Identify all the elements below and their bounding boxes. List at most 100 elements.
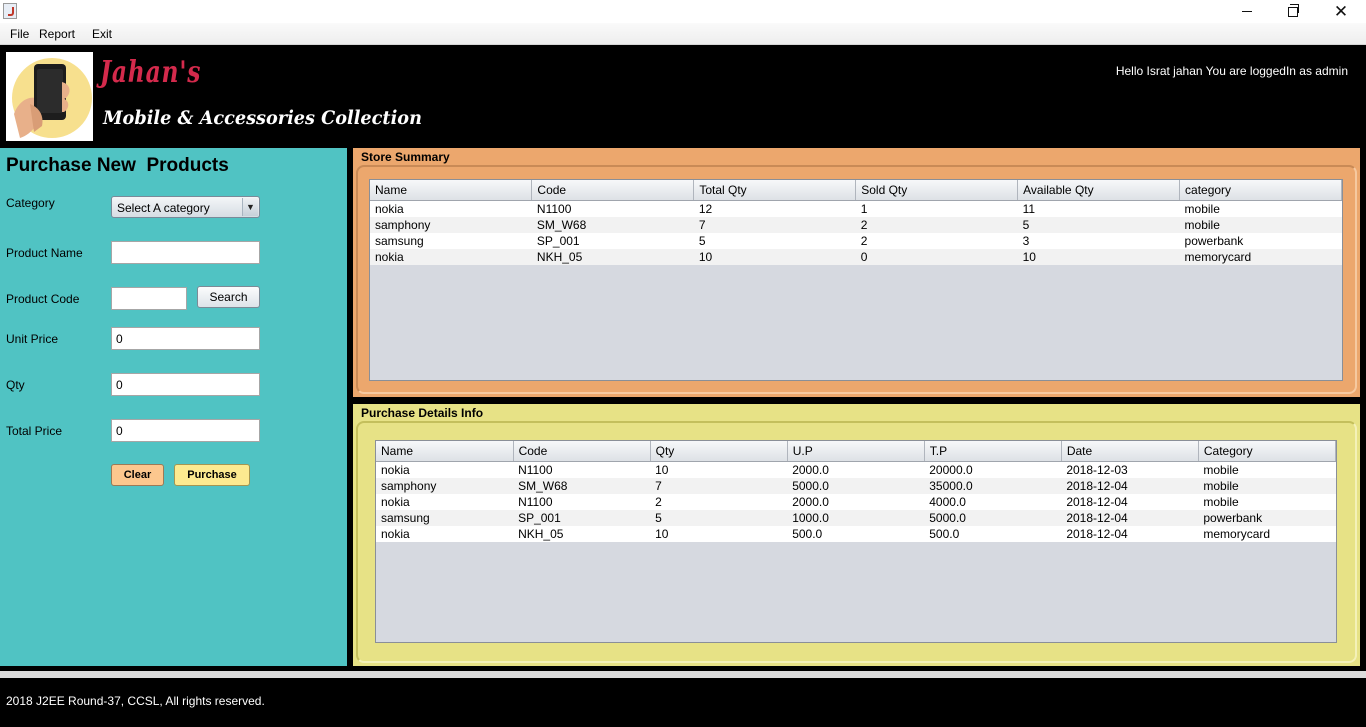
table-row[interactable]: nokia NKH_05 10 0 10 memorycard [370,249,1342,265]
table-cell: nokia [376,526,514,542]
table-cell: 3 [1017,233,1180,249]
table-cell: 2018-12-04 [1061,478,1199,494]
table-cell: 35000.0 [924,478,1062,494]
clear-button[interactable]: Clear [111,464,164,486]
phone-in-hand-logo [6,52,93,141]
product-name-label: Product Name [6,246,83,260]
table-cell: 2 [855,217,1018,233]
table-row[interactable]: nokia N1100 10 2000.0 20000.0 2018-12-03… [376,461,1336,478]
table-row[interactable]: nokia NKH_05 10 500.0 500.0 2018-12-04 m… [376,526,1336,542]
minimize-button[interactable] [1224,0,1270,23]
table-cell: SM_W68 [531,217,694,233]
purchase-details-panel: Purchase Details Info Name Code Qty U.P … [353,404,1360,666]
table-row[interactable]: samsung SP_001 5 2 3 powerbank [370,233,1342,249]
table-header-row: Name Code Total Qty Sold Qty Available Q… [370,180,1342,201]
table-cell: samphony [376,478,514,494]
menu-exit[interactable]: Exit [92,27,112,41]
table-cell: NKH_05 [513,526,651,542]
column-header[interactable]: Total Qty [693,180,857,201]
table-cell: nokia [376,461,514,478]
table-cell: 12 [693,200,856,217]
table-cell: mobile [1198,461,1336,478]
table-cell: N1100 [531,200,694,217]
chevron-down-icon[interactable]: ▼ [242,198,258,216]
column-header[interactable]: Name [376,441,514,462]
app-header: Jahan's Mobile & Accessories Collection … [0,45,1366,148]
table-cell: SM_W68 [513,478,651,494]
table-cell: samsung [370,233,532,249]
column-header[interactable]: Code [513,441,651,462]
store-summary-table-container[interactable]: Name Code Total Qty Sold Qty Available Q… [369,179,1343,381]
table-cell: samsung [376,510,514,526]
column-header[interactable]: Sold Qty [855,180,1019,201]
brand-title: Jahan's [100,55,202,90]
table-row[interactable]: samphony SM_W68 7 2 5 mobile [370,217,1342,233]
table-cell: 11 [1017,200,1180,217]
total-price-label: Total Price [6,424,63,438]
column-header[interactable]: category [1179,180,1342,201]
purchase-button[interactable]: Purchase [174,464,250,486]
close-icon: ✕ [1333,2,1349,21]
product-code-label: Product Code [6,292,80,306]
table-cell: N1100 [513,494,651,510]
unit-price-input[interactable] [111,327,260,350]
table-cell: 4000.0 [924,494,1062,510]
column-header[interactable]: Code [531,180,695,201]
table-cell: 0 [855,249,1018,265]
table-cell: SP_001 [513,510,651,526]
column-header[interactable]: Name [370,180,533,201]
menu-report[interactable]: Report [39,27,75,41]
table-row[interactable]: samsung SP_001 5 1000.0 5000.0 2018-12-0… [376,510,1336,526]
table-cell: NKH_05 [531,249,694,265]
product-name-input[interactable] [111,241,260,264]
menu-bar: File Report Exit [0,23,1366,45]
column-header[interactable]: Date [1061,441,1199,462]
purchase-details-table-container[interactable]: Name Code Qty U.P T.P Date Category noki… [375,440,1337,643]
category-label: Category [6,196,55,210]
column-header[interactable]: T.P [924,441,1062,462]
login-greeting: Hello Israt jahan You are loggedIn as ad… [1115,64,1348,78]
table-cell: 2 [855,233,1018,249]
table-cell: samphony [370,217,532,233]
total-price-input[interactable] [111,419,260,442]
table-cell: 500.0 [924,526,1062,542]
category-select[interactable]: Select A category ▼ [111,196,260,218]
table-cell: nokia [370,200,532,217]
window-title-bar: ✕ [0,0,1366,23]
table-cell: mobile [1198,478,1336,494]
purchase-details-table: Name Code Qty U.P T.P Date Category noki… [376,441,1336,542]
table-row[interactable]: samphony SM_W68 7 5000.0 35000.0 2018-12… [376,478,1336,494]
footer-separator [0,671,1366,678]
column-header[interactable]: U.P [787,441,925,462]
table-cell: nokia [376,494,514,510]
table-cell: 5000.0 [924,510,1062,526]
qty-input[interactable] [111,373,260,396]
table-cell: 500.0 [787,526,925,542]
table-cell: 2018-12-04 [1061,510,1199,526]
table-cell: 1000.0 [787,510,925,526]
column-header[interactable]: Available Qty [1017,180,1181,201]
page-title: Purchase New Products [6,155,229,176]
search-button[interactable]: Search [197,286,260,308]
column-header[interactable]: Category [1198,441,1336,462]
table-row[interactable]: nokia N1100 12 1 11 mobile [370,200,1342,217]
table-cell: 7 [650,478,788,494]
maximize-button[interactable] [1270,0,1316,23]
column-header[interactable]: Qty [650,441,788,462]
table-cell: 10 [693,249,856,265]
table-cell: 5000.0 [787,478,925,494]
table-cell: nokia [370,249,532,265]
table-cell: 2018-12-03 [1061,461,1199,478]
qty-label: Qty [6,378,25,392]
table-cell: 2 [650,494,788,510]
purchase-details-title: Purchase Details Info [361,406,484,420]
table-cell: 2018-12-04 [1061,494,1199,510]
table-row[interactable]: nokia N1100 2 2000.0 4000.0 2018-12-04 m… [376,494,1336,510]
close-window-button[interactable]: ✕ [1318,0,1364,23]
copyright-text: 2018 J2EE Round-37, CCSL, All rights res… [6,694,265,708]
brand-subtitle: Mobile & Accessories Collection [103,107,422,129]
table-cell: 7 [693,217,856,233]
table-cell: 2018-12-04 [1061,526,1199,542]
menu-file[interactable]: File [10,27,29,41]
product-code-input[interactable] [111,287,187,310]
